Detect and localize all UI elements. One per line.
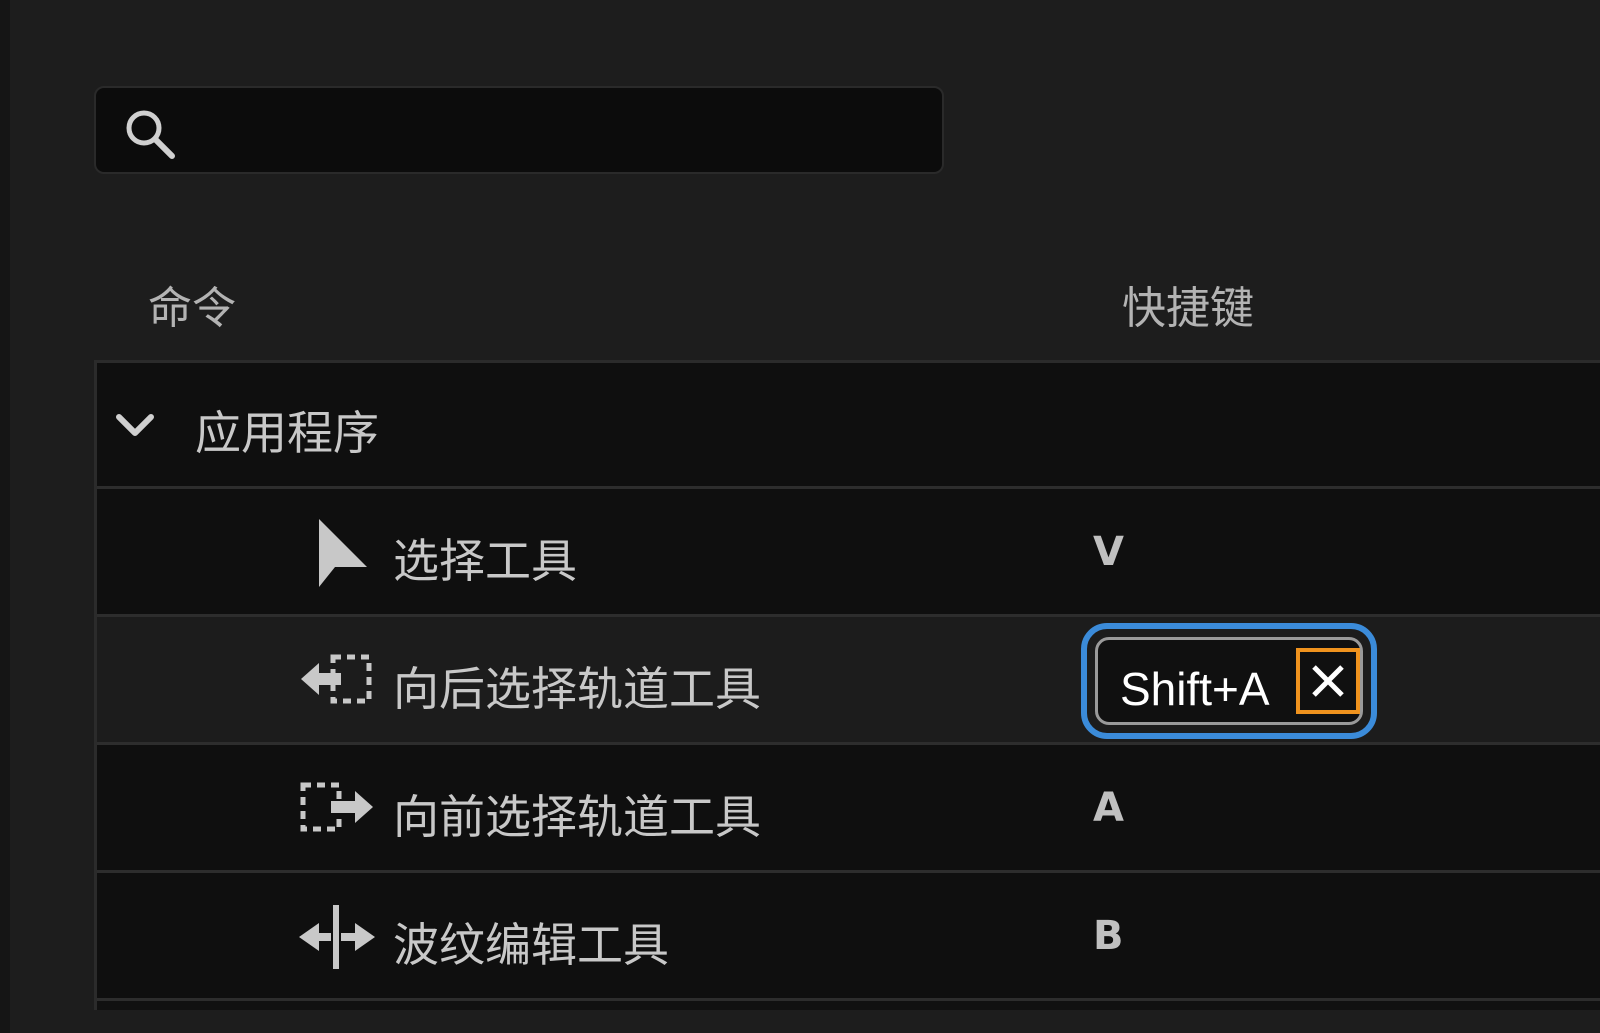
search-icon — [126, 110, 175, 159]
shortcut-value[interactable]: B — [1093, 913, 1124, 959]
table-row[interactable]: 波纹编辑工具 B — [97, 873, 1600, 1001]
command-label: 选择工具 — [393, 534, 577, 588]
table-row[interactable]: 选择工具 V — [97, 489, 1600, 617]
column-header-shortcut[interactable]: 快捷键 — [1122, 272, 1254, 336]
table-row[interactable]: 向前选择轨道工具 A — [97, 745, 1600, 873]
track-select-forward-icon — [300, 782, 373, 832]
shortcut-table: 应用程序 选择工具 V 向后选择轨道工具 Shift+A 向前选择轨道工具 A … — [94, 360, 1600, 1010]
panel-left-edge — [0, 0, 10, 1033]
shortcut-value[interactable]: A — [1093, 785, 1124, 831]
group-label: 应用程序 — [195, 406, 379, 460]
shortcut-value[interactable]: V — [1093, 529, 1124, 575]
track-select-backward-icon — [301, 654, 372, 704]
group-row-application[interactable]: 应用程序 — [97, 363, 1600, 489]
selection-arrow-icon — [319, 519, 367, 587]
column-header-command[interactable]: 命令 — [148, 272, 236, 336]
chevron-down-icon[interactable] — [113, 403, 157, 447]
shortcut-input-field[interactable]: Shift+A — [1095, 637, 1363, 725]
ripple-edit-icon — [299, 905, 375, 969]
command-label: 波纹编辑工具 — [393, 918, 669, 972]
search-box[interactable] — [94, 86, 944, 174]
table-row[interactable]: 向后选择轨道工具 Shift+A — [97, 617, 1600, 745]
command-label: 向后选择轨道工具 — [393, 662, 761, 716]
shortcut-editor[interactable]: Shift+A — [1081, 623, 1377, 739]
command-label: 向前选择轨道工具 — [393, 790, 761, 844]
close-icon — [1312, 665, 1344, 697]
clear-shortcut-button[interactable] — [1296, 648, 1360, 714]
shortcut-value: Shift+A — [1120, 663, 1270, 715]
search-input[interactable] — [196, 88, 922, 174]
